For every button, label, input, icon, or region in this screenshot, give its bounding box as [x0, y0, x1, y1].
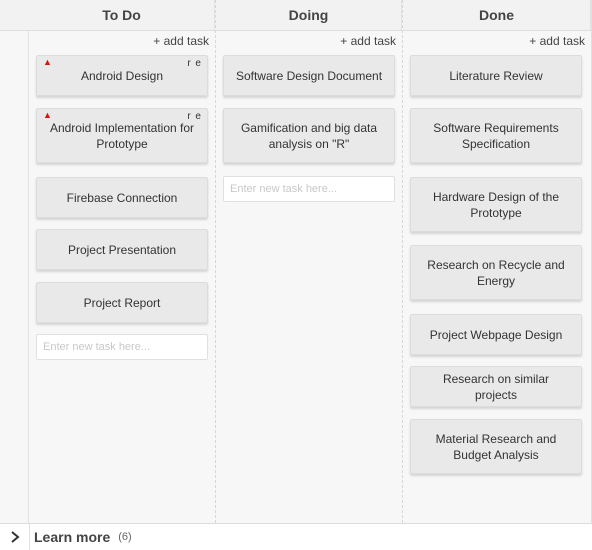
task-card-label: Project Presentation [67, 242, 177, 257]
priority-up-icon: ▲ [43, 57, 52, 67]
task-card-label: Hardware Design of the Prototype [432, 189, 560, 220]
left-gutter [0, 0, 29, 523]
task-card-label: Software Requirements Specification [433, 120, 559, 151]
task-card[interactable]: Project Presentation [36, 229, 208, 270]
column-header-doing: Doing [216, 0, 402, 31]
column-header-done: Done [403, 0, 591, 31]
task-card-label: Firebase Connection [66, 190, 178, 205]
task-card-label: Research on Recycle and Energy [427, 257, 565, 288]
column-doing: Doing + add task Software Design Documen… [216, 0, 403, 523]
task-card-label: Android Design [80, 68, 164, 83]
task-card[interactable]: Literature Review [410, 55, 582, 96]
task-card-label: Android Implementation for Prototype [49, 120, 195, 151]
card-corner-mark: r e [187, 111, 202, 122]
task-card-label: Project Webpage Design [429, 327, 563, 342]
task-card[interactable]: ▲ r e Android Implementation for Prototy… [36, 108, 208, 163]
task-card-label: Research on similar projects [442, 371, 550, 402]
task-card-label: Project Report [83, 295, 161, 310]
task-card[interactable]: Software Design Document [223, 55, 395, 96]
chevron-right-icon[interactable] [0, 524, 30, 550]
priority-up-icon: ▲ [43, 110, 52, 120]
column-done: Done + add task Literature Review Softwa… [403, 0, 591, 523]
task-card[interactable]: Project Report [36, 282, 208, 323]
task-card[interactable]: Firebase Connection [36, 177, 208, 218]
kanban-board: To Do + add task ▲ r e Android Design ▲ … [0, 0, 592, 523]
task-card[interactable]: Research on similar projects [410, 366, 582, 407]
task-card[interactable]: Material Research and Budget Analysis [410, 419, 582, 474]
task-card-label: Software Design Document [235, 68, 383, 83]
learn-more-title[interactable]: Learn more [34, 529, 110, 545]
new-task-input-doing[interactable] [223, 176, 395, 202]
task-card-label: Material Research and Budget Analysis [435, 431, 557, 462]
task-card[interactable]: ▲ r e Android Design [36, 55, 208, 96]
task-card-label: Gamification and big data analysis on "R… [240, 120, 378, 151]
task-card[interactable]: Project Webpage Design [410, 314, 582, 355]
column-header-todo: To Do [29, 0, 215, 31]
task-card[interactable]: Software Requirements Specification [410, 108, 582, 163]
task-card[interactable]: Gamification and big data analysis on "R… [223, 108, 395, 163]
column-todo: To Do + add task ▲ r e Android Design ▲ … [29, 0, 216, 523]
new-task-input-todo[interactable] [36, 334, 208, 360]
task-card-label: Literature Review [449, 68, 543, 83]
add-task-button-done[interactable]: + add task [529, 34, 585, 48]
learn-more-section: Learn more (6) [0, 523, 592, 550]
add-task-button-doing[interactable]: + add task [340, 34, 396, 48]
task-card[interactable]: Hardware Design of the Prototype [410, 177, 582, 232]
task-card[interactable]: Research on Recycle and Energy [410, 245, 582, 300]
learn-more-count: (6) [118, 531, 132, 543]
add-task-button-todo[interactable]: + add task [153, 34, 209, 48]
card-corner-mark: r e [187, 58, 202, 69]
